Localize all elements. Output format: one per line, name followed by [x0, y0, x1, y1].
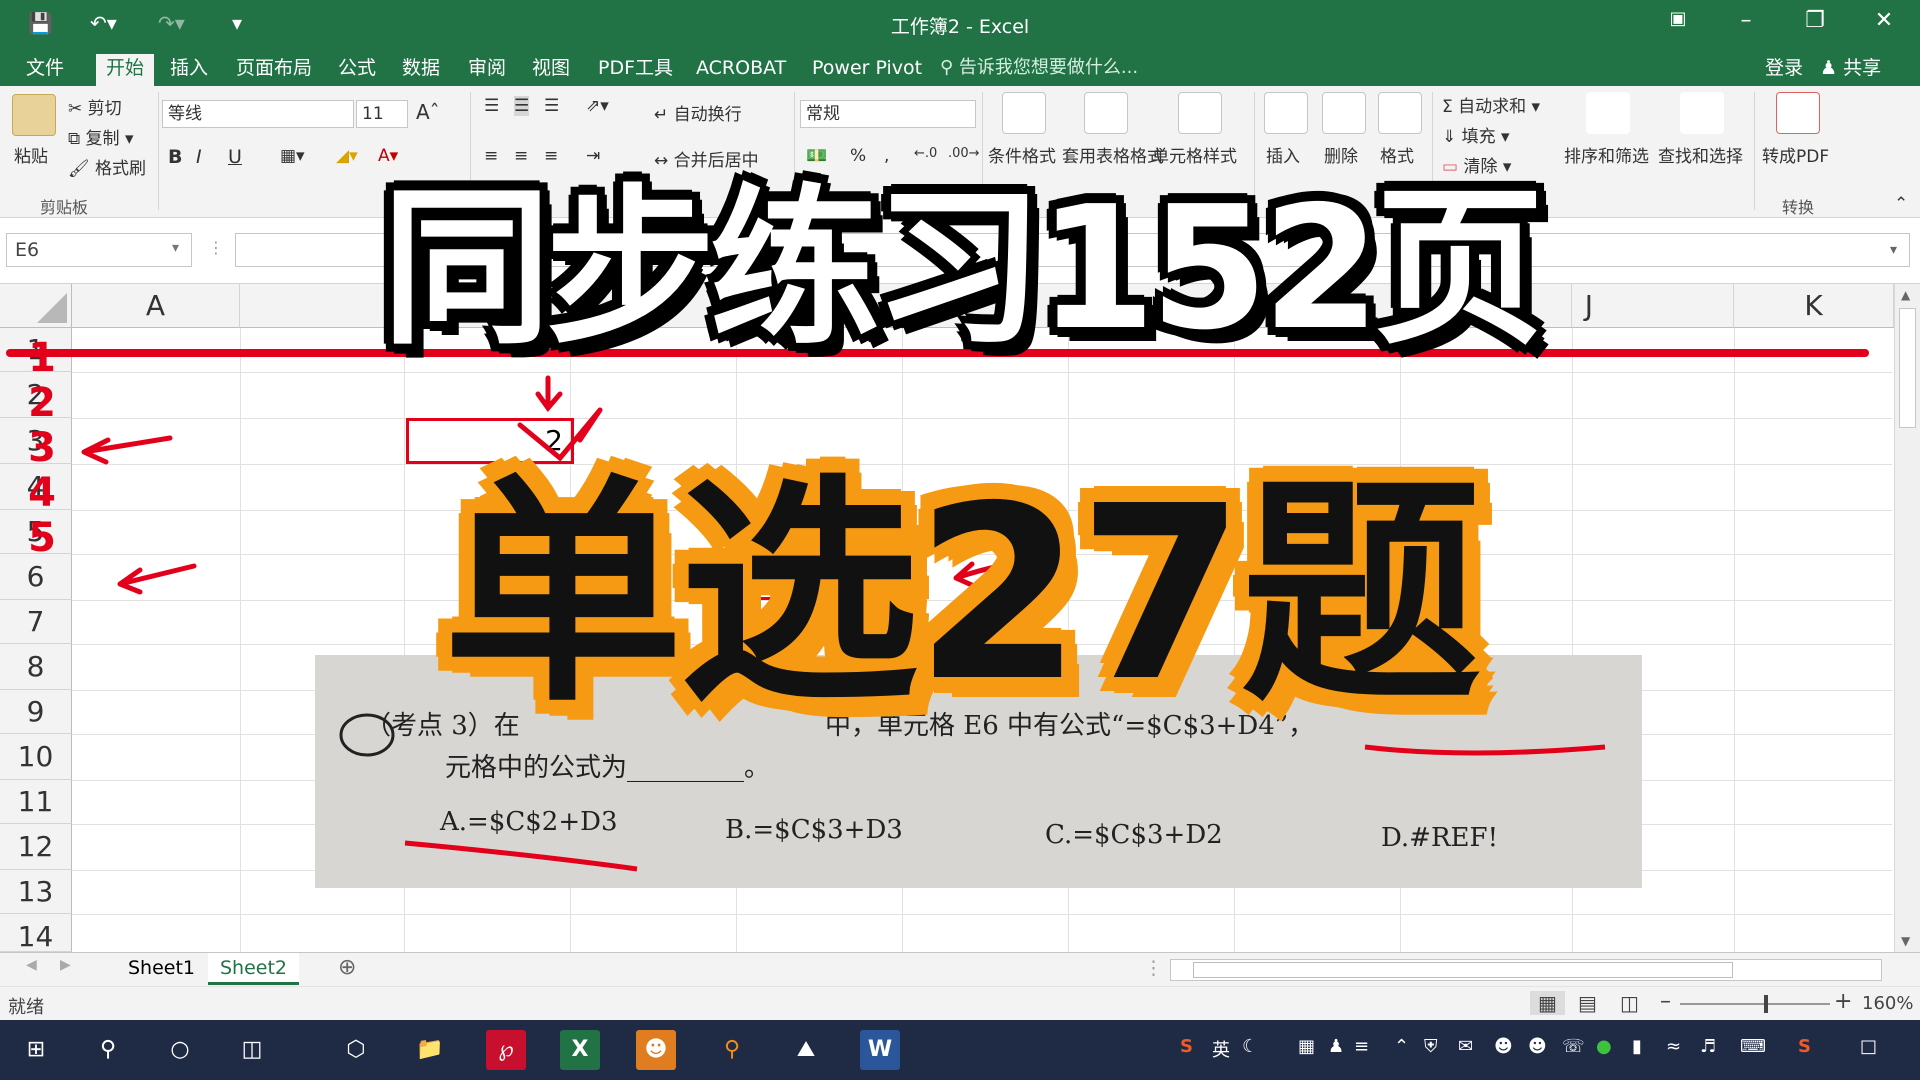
headline-question: 单选27题 [443, 454, 1481, 734]
headline-page: 同步练习152页 [381, 170, 1545, 368]
